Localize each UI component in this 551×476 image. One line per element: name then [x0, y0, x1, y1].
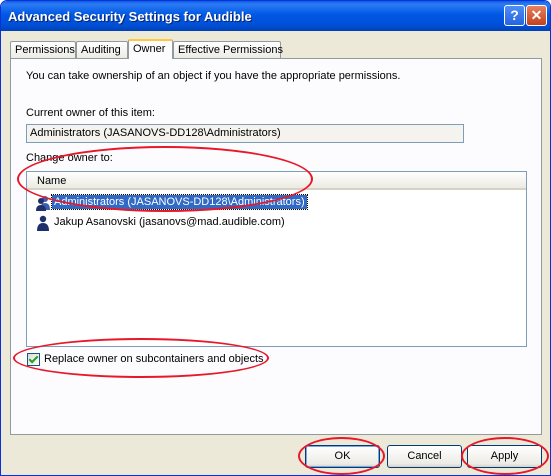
- list-item-label: Jakup Asanovski (jasanovs@mad.audible.co…: [54, 216, 285, 228]
- title-bar[interactable]: Advanced Security Settings for Audible ?…: [1, 1, 550, 31]
- annotation-circle-replace-owner: [13, 338, 269, 378]
- intro-text: You can take ownership of an object if y…: [26, 70, 401, 82]
- security-settings-window: Advanced Security Settings for Audible ?…: [0, 0, 551, 476]
- tab-owner[interactable]: Owner: [128, 39, 173, 59]
- close-button[interactable]: ✕: [526, 5, 547, 26]
- current-owner-field[interactable]: Administrators (JASANOVS-DD128\Administr…: [26, 124, 464, 143]
- current-owner-label: Current owner of this item:: [26, 107, 155, 119]
- annotation-circle-change-owner: [17, 146, 313, 212]
- tab-permissions[interactable]: Permissions: [10, 41, 76, 58]
- window-title: Advanced Security Settings for Audible: [8, 9, 252, 24]
- annotation-circle-ok: [298, 437, 385, 475]
- cancel-button[interactable]: Cancel: [387, 445, 462, 468]
- tab-auditing[interactable]: Auditing: [76, 41, 128, 58]
- user-icon: [37, 215, 49, 231]
- annotation-circle-apply: [461, 437, 549, 475]
- help-button[interactable]: ?: [504, 5, 525, 26]
- tab-effective-permissions[interactable]: Effective Permissions: [173, 41, 283, 58]
